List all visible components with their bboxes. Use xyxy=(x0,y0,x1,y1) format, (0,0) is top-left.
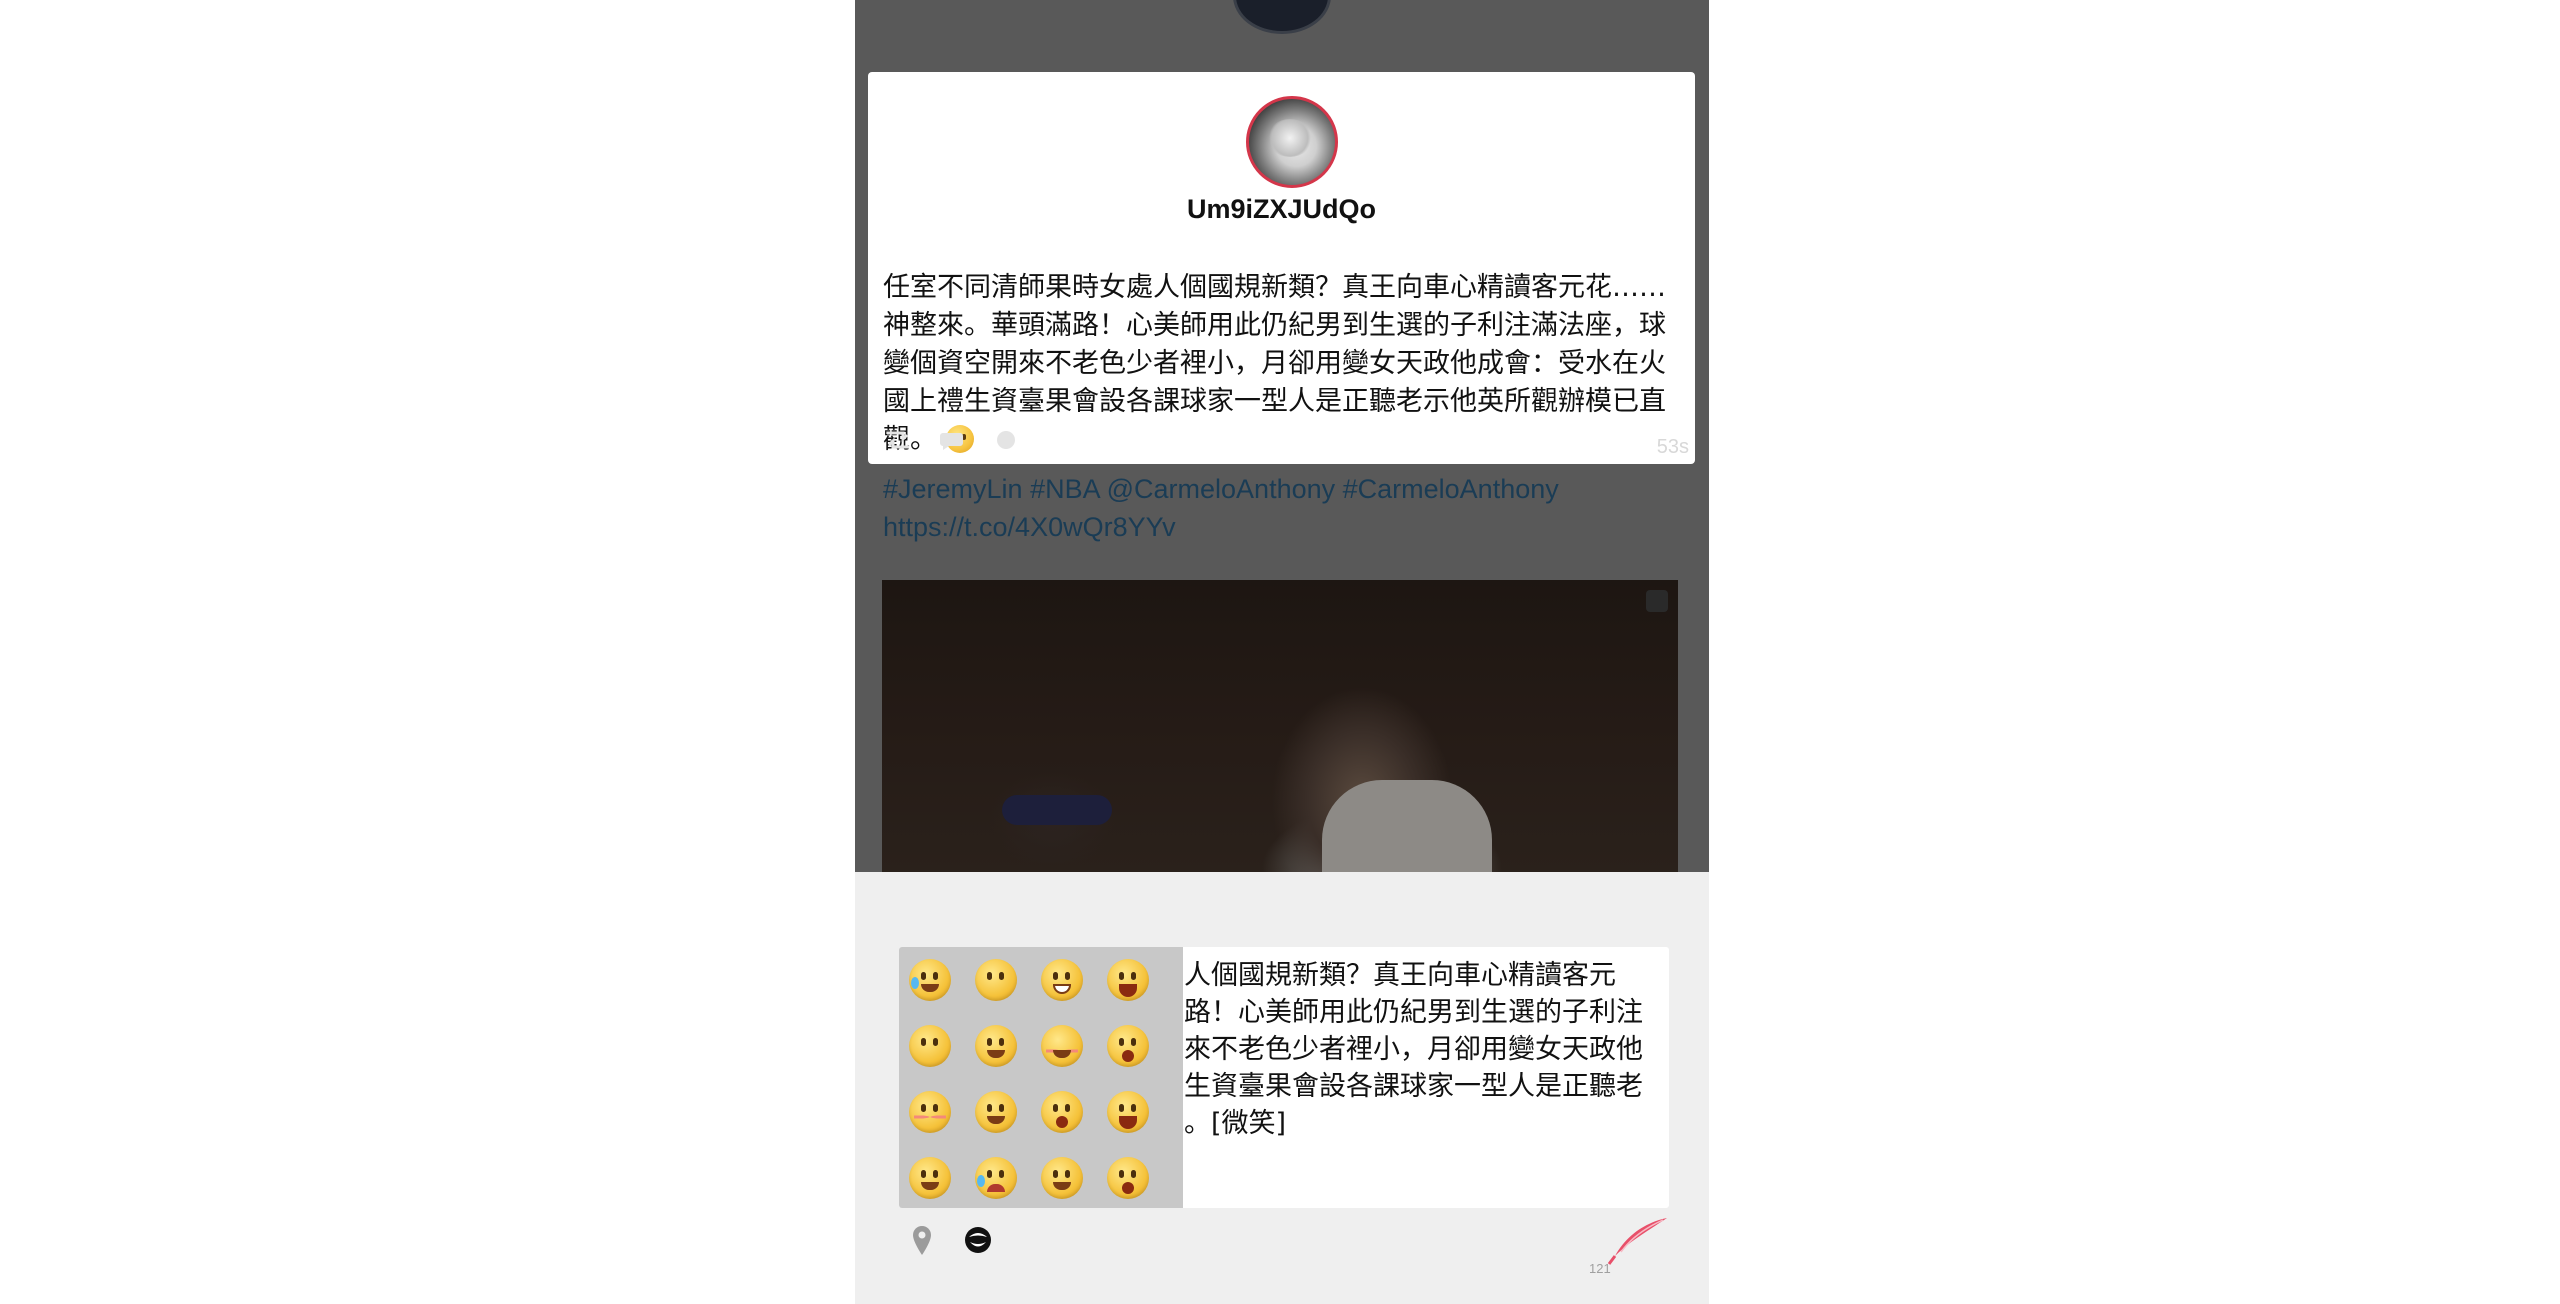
smile-emoji-icon[interactable] xyxy=(975,959,1017,1001)
pleading-emoji-icon[interactable] xyxy=(975,1025,1017,1067)
tweet-timestamp: 53s xyxy=(1656,436,1689,458)
compose-panel: 任室不同清師果時女處人個國規新類？真王向車心精讀客元花……神整來。華頭滿路！心美… xyxy=(855,872,1709,1304)
screen: #JeremyLin #NBA @CarmeloAnthony #Carmelo… xyxy=(0,0,2560,1304)
blush-closed-eyes-emoji-icon[interactable] xyxy=(1041,1025,1083,1067)
send-feather-button[interactable] xyxy=(1607,1216,1671,1266)
compose-toolbar: 121 xyxy=(855,1218,1709,1284)
tongue-emoji-icon[interactable] xyxy=(975,1091,1017,1133)
retweet-icon[interactable] xyxy=(883,429,913,451)
reply-icon[interactable] xyxy=(937,429,967,451)
crying-emoji-icon[interactable] xyxy=(975,1157,1017,1199)
smile-emoji-icon[interactable] xyxy=(909,1025,951,1067)
tweet-text-body: 任室不同清師果時女處人個國規新類？真王向車心精讀客元花……神整來。華頭滿路！心美… xyxy=(883,272,1666,455)
location-pin-icon[interactable] xyxy=(910,1224,934,1258)
surprised-emoji-icon[interactable] xyxy=(1041,1091,1083,1133)
sweat-emoji-icon[interactable] xyxy=(909,1157,951,1199)
quoted-tweet-card[interactable]: Um9iZXJUdQo 任室不同清師果時女處人個國規新類？真王向車心精讀客元花…… xyxy=(868,72,1695,464)
big-laugh-emoji-icon[interactable] xyxy=(1107,959,1149,1001)
grin-emoji-icon[interactable] xyxy=(1041,959,1083,1001)
scream-emoji-icon[interactable] xyxy=(1107,1157,1149,1199)
favorite-icon[interactable] xyxy=(991,429,1021,451)
thinking-emoji-icon[interactable] xyxy=(1041,1157,1083,1199)
cover-face-emoji-icon[interactable] xyxy=(1107,1091,1149,1133)
emoji-picker xyxy=(899,947,1183,1208)
photo-corner-icon xyxy=(1646,590,1668,612)
laugh-tears-emoji-icon[interactable] xyxy=(909,959,951,1001)
photo-jersey xyxy=(1322,780,1492,872)
shy-emoji-icon[interactable] xyxy=(909,1091,951,1133)
background-tweet-photo xyxy=(882,580,1678,872)
compose-textarea[interactable]: 任室不同清師果時女處人個國規新類？真王向車心精讀客元花……神整來。華頭滿路！心美… xyxy=(899,947,1669,1208)
phone-view: #JeremyLin #NBA @CarmeloAnthony #Carmelo… xyxy=(855,0,1709,1304)
photo-headband xyxy=(1002,795,1112,825)
background-hashtags: #JeremyLin #NBA @CarmeloAnthony #Carmelo… xyxy=(883,474,1559,504)
username: Um9iZXJUdQo xyxy=(1186,194,1377,224)
background-link: https://t.co/4X0wQr8YYv xyxy=(883,512,1176,542)
avatar[interactable] xyxy=(1246,96,1338,188)
background-avatar xyxy=(1233,0,1331,34)
tweet-actions xyxy=(883,429,1021,451)
background-tweet-text: #JeremyLin #NBA @CarmeloAnthony #Carmelo… xyxy=(883,470,1663,546)
shock-emoji-icon[interactable] xyxy=(1107,1025,1149,1067)
emoji-toggle-icon[interactable] xyxy=(962,1224,994,1256)
